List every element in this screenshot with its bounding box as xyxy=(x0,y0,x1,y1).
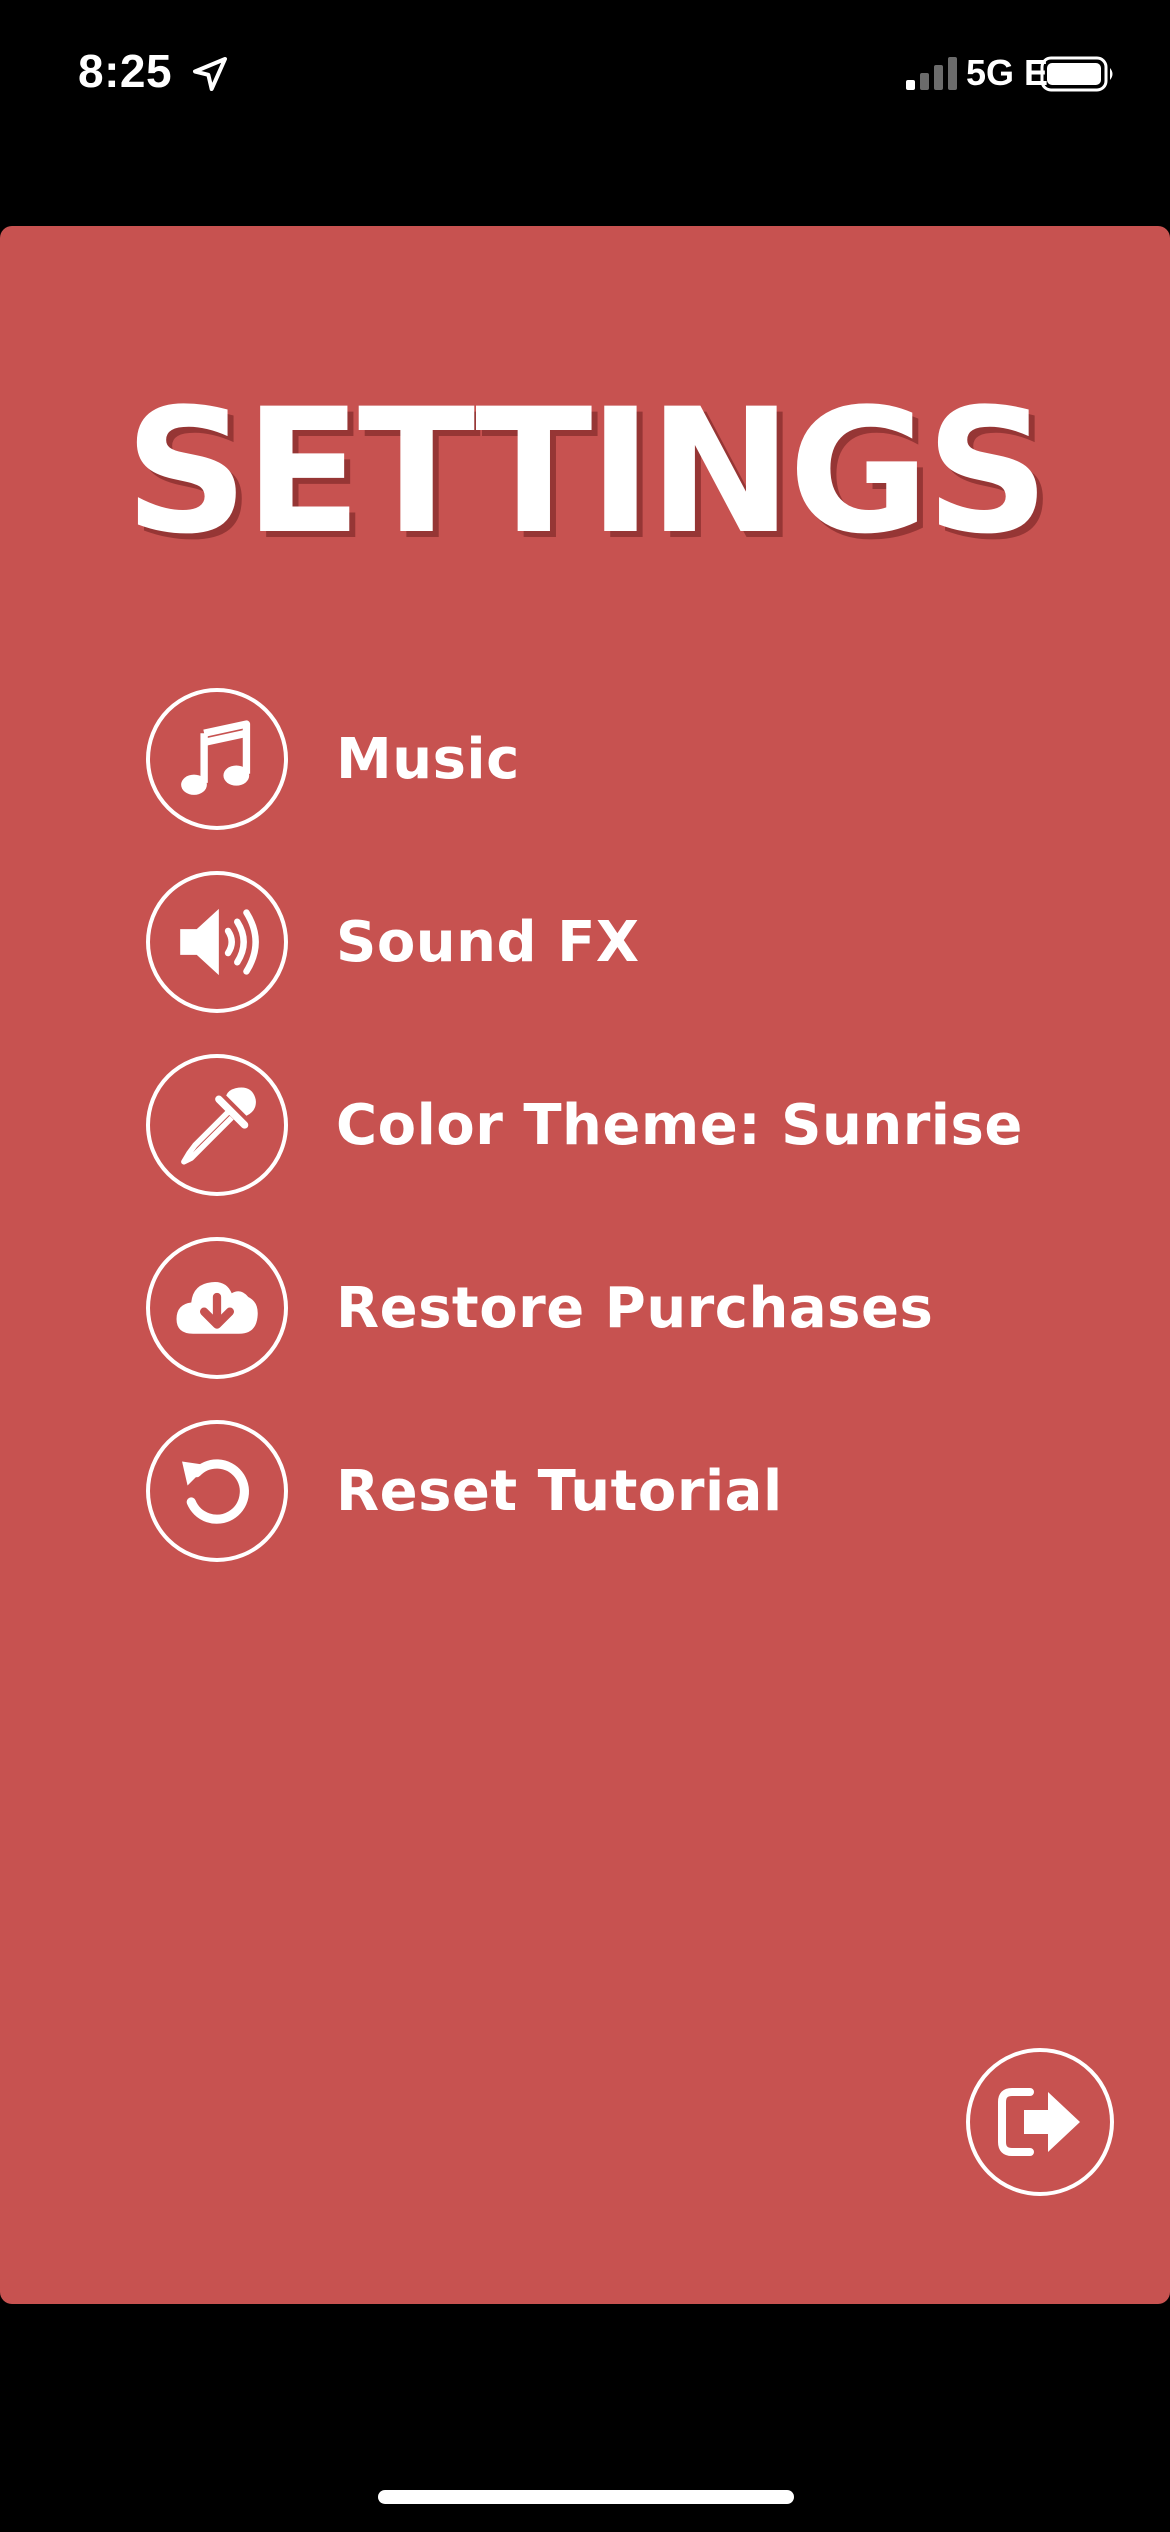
eyedropper-icon xyxy=(181,1087,256,1165)
battery-icon xyxy=(1040,56,1113,92)
exit-button[interactable] xyxy=(966,2048,1114,2196)
sound-fx-label: Sound FX xyxy=(336,909,640,975)
music-label: Music xyxy=(336,726,520,792)
music-note-icon xyxy=(181,720,251,795)
exit-arrow-icon xyxy=(998,2088,1080,2156)
music-icon-circle xyxy=(146,688,288,830)
color-theme-label: Color Theme: Sunrise xyxy=(336,1092,1023,1158)
page-title: SETTINGS xyxy=(124,371,1050,572)
status-bar: 8:25 5G E xyxy=(0,0,1170,150)
undo-icon xyxy=(182,1459,249,1524)
home-indicator[interactable] xyxy=(378,2490,794,2504)
network-type-label: 5G E xyxy=(966,52,1049,93)
cloud-download-icon xyxy=(176,1282,258,1334)
sound-icon-circle xyxy=(146,871,288,1013)
location-arrow-icon xyxy=(193,57,227,91)
reset-icon-circle xyxy=(146,1420,288,1562)
color-theme-button[interactable]: Color Theme: Sunrise xyxy=(146,1050,1046,1200)
status-time: 8:25 xyxy=(78,45,173,97)
restore-icon-circle xyxy=(146,1237,288,1379)
sound-fx-toggle-button[interactable]: Sound FX xyxy=(146,867,1046,1017)
reset-tutorial-button[interactable]: Reset Tutorial xyxy=(146,1416,1046,1566)
settings-panel: SETTINGS Music Sound FX Color Theme: Sun… xyxy=(0,226,1170,2304)
signal-bars-icon xyxy=(906,57,957,90)
restore-purchases-button[interactable]: Restore Purchases xyxy=(146,1233,1046,1383)
restore-purchases-label: Restore Purchases xyxy=(336,1275,934,1341)
speaker-icon xyxy=(180,908,259,976)
reset-tutorial-label: Reset Tutorial xyxy=(336,1458,783,1524)
music-toggle-button[interactable]: Music xyxy=(146,684,1046,834)
color-theme-icon-circle xyxy=(146,1054,288,1196)
